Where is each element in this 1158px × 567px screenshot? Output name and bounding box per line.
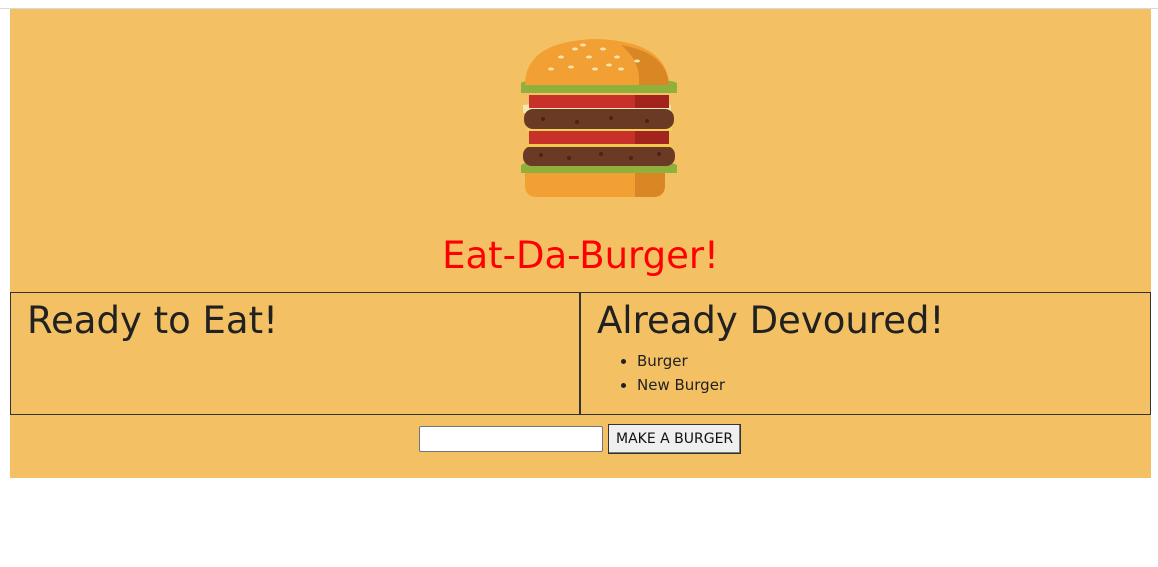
make-burger-button[interactable]: MAKE A BURGER bbox=[608, 424, 742, 454]
page-container: Eat-Da-Burger! Ready to Eat! Already Dev… bbox=[10, 9, 1151, 478]
burger-logo-icon bbox=[521, 39, 677, 197]
devoured-list: Burger New Burger bbox=[597, 349, 725, 397]
list-item: Burger bbox=[637, 349, 725, 373]
burger-form: MAKE A BURGER bbox=[419, 424, 742, 454]
ready-to-eat-heading: Ready to Eat! bbox=[27, 299, 278, 342]
burger-name-input[interactable] bbox=[419, 426, 603, 452]
devoured-heading: Already Devoured! bbox=[597, 299, 945, 342]
ready-to-eat-column: Ready to Eat! bbox=[10, 293, 581, 414]
burger-columns: Ready to Eat! Already Devoured! Burger N… bbox=[10, 292, 1151, 415]
list-item: New Burger bbox=[637, 373, 725, 397]
page-title: Eat-Da-Burger! bbox=[442, 234, 719, 277]
devoured-column: Already Devoured! Burger New Burger bbox=[581, 293, 1151, 414]
